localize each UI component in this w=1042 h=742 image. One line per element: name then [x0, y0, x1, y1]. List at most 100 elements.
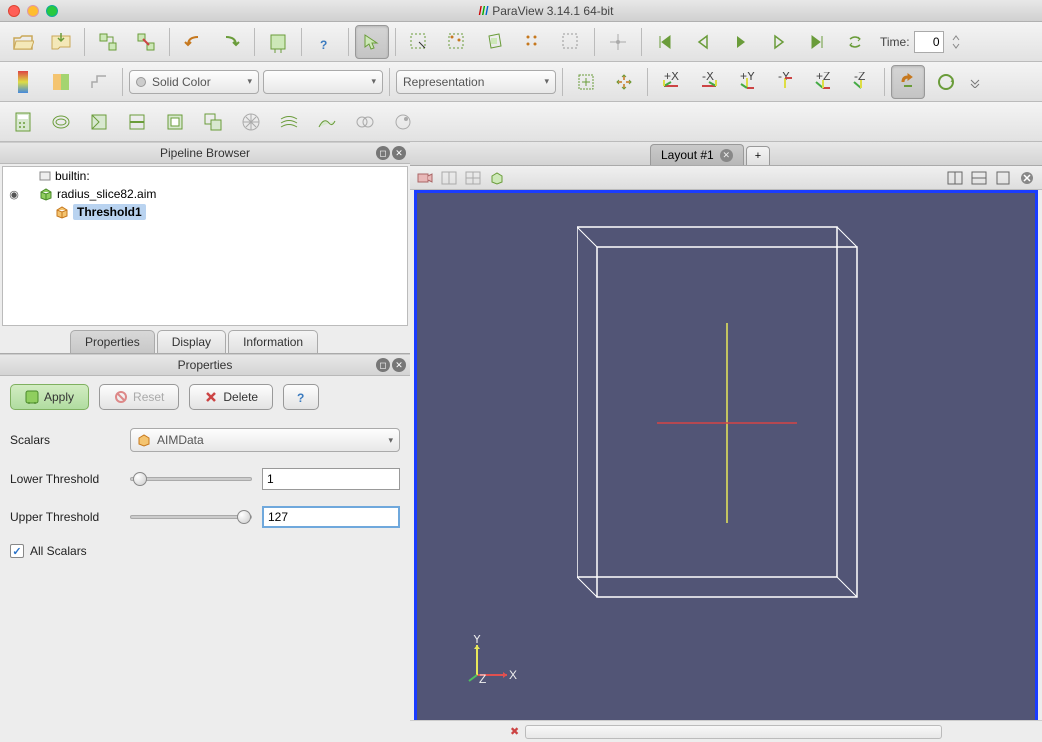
render-view[interactable]: X Y Z — [414, 190, 1038, 738]
split-vertical-button[interactable] — [968, 168, 990, 188]
svg-text:Z: Z — [479, 672, 486, 685]
select-cells-frustum-button[interactable] — [478, 25, 512, 59]
plus-y-button[interactable]: +Y — [730, 65, 764, 99]
apply-button[interactable]: Apply — [10, 384, 89, 410]
upper-threshold-slider[interactable] — [130, 515, 252, 519]
tab-display[interactable]: Display — [157, 330, 226, 353]
stream-tracer-button[interactable] — [272, 105, 306, 139]
disconnect-server-button[interactable] — [129, 25, 163, 59]
lower-threshold-input[interactable] — [262, 468, 400, 490]
tab-information[interactable]: Information — [228, 330, 318, 353]
properties-detach-button[interactable]: ◻ — [376, 358, 390, 372]
select-blocks-button[interactable] — [554, 25, 588, 59]
reset-camera-button[interactable] — [569, 65, 603, 99]
connect-server-button[interactable] — [91, 25, 125, 59]
scalars-label: Scalars — [10, 433, 120, 447]
minus-y-button[interactable]: -Y — [768, 65, 802, 99]
vcr-loop-button[interactable] — [838, 25, 872, 59]
vcr-back-button[interactable] — [686, 25, 720, 59]
vcr-forward-button[interactable] — [762, 25, 796, 59]
maximize-view-button[interactable] — [992, 168, 1014, 188]
reset-icon — [114, 390, 128, 404]
all-scalars-checkbox[interactable]: ✓ — [10, 544, 24, 558]
zoom-to-data-button[interactable] — [607, 65, 641, 99]
select-points-frustum-button[interactable] — [516, 25, 550, 59]
pipeline-node-threshold[interactable]: Threshold1 — [3, 203, 407, 221]
minimize-window-button[interactable] — [27, 5, 39, 17]
rotate-neg90-button[interactable] — [929, 65, 963, 99]
plus-x-button[interactable]: +X — [654, 65, 688, 99]
auto-apply-button[interactable] — [261, 25, 295, 59]
add-layout-button[interactable]: + — [746, 146, 770, 165]
delete-button[interactable]: Delete — [189, 384, 273, 410]
pick-center-button[interactable] — [601, 25, 635, 59]
upper-threshold-input[interactable] — [262, 506, 400, 528]
edit-color-map-button[interactable] — [44, 65, 78, 99]
open-file-button[interactable] — [6, 25, 40, 59]
object-inspector-tabs: Properties Display Information — [0, 328, 410, 354]
view-3d-button[interactable] — [486, 168, 508, 188]
help-properties-button[interactable]: ? — [283, 384, 319, 410]
time-stepper[interactable] — [948, 25, 964, 59]
save-data-button[interactable] — [44, 25, 78, 59]
close-view-button[interactable] — [1016, 168, 1038, 188]
contour-filter-button[interactable] — [44, 105, 78, 139]
clip-filter-button[interactable] — [82, 105, 116, 139]
minus-z-button[interactable]: -Z — [844, 65, 878, 99]
vcr-play-button[interactable] — [724, 25, 758, 59]
split-horizontal-button[interactable] — [944, 168, 966, 188]
select-cells-on-button[interactable] — [402, 25, 436, 59]
layout-tab-1[interactable]: Layout #1 ✕ — [650, 144, 744, 165]
view-split-h-button[interactable] — [438, 168, 460, 188]
vcr-last-button[interactable] — [800, 25, 834, 59]
view-camera-button[interactable] — [414, 168, 436, 188]
rotate-90-button[interactable] — [891, 65, 925, 99]
rescale-range-button[interactable] — [82, 65, 116, 99]
cancel-progress-button[interactable]: ✖ — [510, 725, 519, 738]
redo-button[interactable] — [214, 25, 248, 59]
plus-z-button[interactable]: +Z — [806, 65, 840, 99]
pipeline-node-builtin[interactable]: builtin: — [3, 167, 407, 185]
pipeline-detach-button[interactable]: ◻ — [376, 146, 390, 160]
glyph-filter-button[interactable] — [234, 105, 268, 139]
svg-text:?: ? — [320, 38, 327, 52]
pipeline-node-source[interactable]: ◉ radius_slice82.aim — [3, 185, 407, 203]
extract-subset-button[interactable] — [196, 105, 230, 139]
extract-level-button[interactable] — [386, 105, 420, 139]
select-points-on-button[interactable] — [440, 25, 474, 59]
svg-text:?: ? — [297, 391, 304, 404]
interact-mode-button[interactable] — [355, 25, 389, 59]
close-layout-button[interactable]: ✕ — [720, 149, 733, 162]
calculator-filter-button[interactable] — [6, 105, 40, 139]
tab-properties[interactable]: Properties — [70, 330, 155, 353]
threshold-filter-button[interactable] — [158, 105, 192, 139]
reset-button[interactable]: Reset — [99, 384, 179, 410]
slice-filter-button[interactable] — [120, 105, 154, 139]
pipeline-close-button[interactable]: ✕ — [392, 146, 406, 160]
help-button[interactable]: ? — [308, 25, 342, 59]
undo-button[interactable] — [176, 25, 210, 59]
zoom-window-button[interactable] — [46, 5, 58, 17]
svg-text:-Z: -Z — [854, 72, 865, 83]
toolbar-overflow-button[interactable] — [967, 65, 983, 99]
upper-threshold-label: Upper Threshold — [10, 510, 120, 524]
vcr-first-button[interactable] — [648, 25, 682, 59]
scalars-dropdown[interactable]: AIMData — [130, 428, 400, 452]
representation-dropdown[interactable]: Representation — [396, 70, 556, 94]
apply-icon — [25, 390, 39, 404]
color-scale-button[interactable] — [6, 65, 40, 99]
close-window-button[interactable] — [8, 5, 20, 17]
component-dropdown[interactable] — [263, 70, 383, 94]
warp-filter-button[interactable] — [310, 105, 344, 139]
properties-close-button[interactable]: ✕ — [392, 358, 406, 372]
view-grid-button[interactable] — [462, 168, 484, 188]
pipeline-tree[interactable]: builtin: ◉ radius_slice82.aim Threshold1 — [2, 166, 408, 326]
time-input[interactable] — [914, 31, 944, 53]
visibility-icon[interactable]: ◉ — [7, 188, 21, 201]
color-by-dropdown[interactable]: Solid Color — [129, 70, 259, 94]
minus-x-button[interactable]: -X — [692, 65, 726, 99]
orientation-axes-icon: X Y Z — [467, 635, 517, 685]
svg-text:-X: -X — [702, 72, 714, 83]
lower-threshold-slider[interactable] — [130, 477, 252, 481]
group-datasets-button[interactable] — [348, 105, 382, 139]
